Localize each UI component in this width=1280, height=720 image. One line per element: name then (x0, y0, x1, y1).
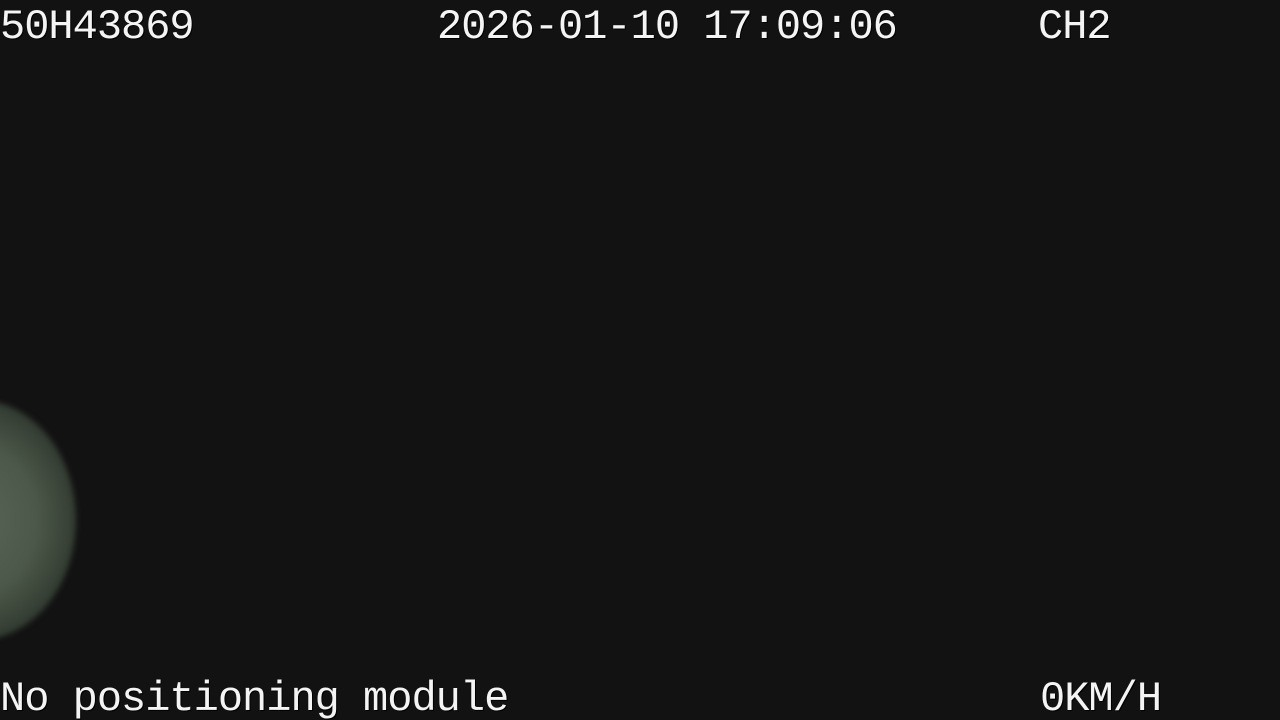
channel-label: CH2 (1038, 3, 1112, 51)
gps-status-label: No positioning module (0, 675, 509, 720)
camera-frame: 50H43869 2026-01-10 17:09:06 CH2 No posi… (0, 0, 1280, 720)
vehicle-plate-label: 50H43869 (0, 3, 195, 51)
speed-label: 0KM/H (1040, 675, 1162, 720)
light-glare (0, 400, 76, 640)
timestamp-label: 2026-01-10 17:09:06 (437, 3, 898, 51)
